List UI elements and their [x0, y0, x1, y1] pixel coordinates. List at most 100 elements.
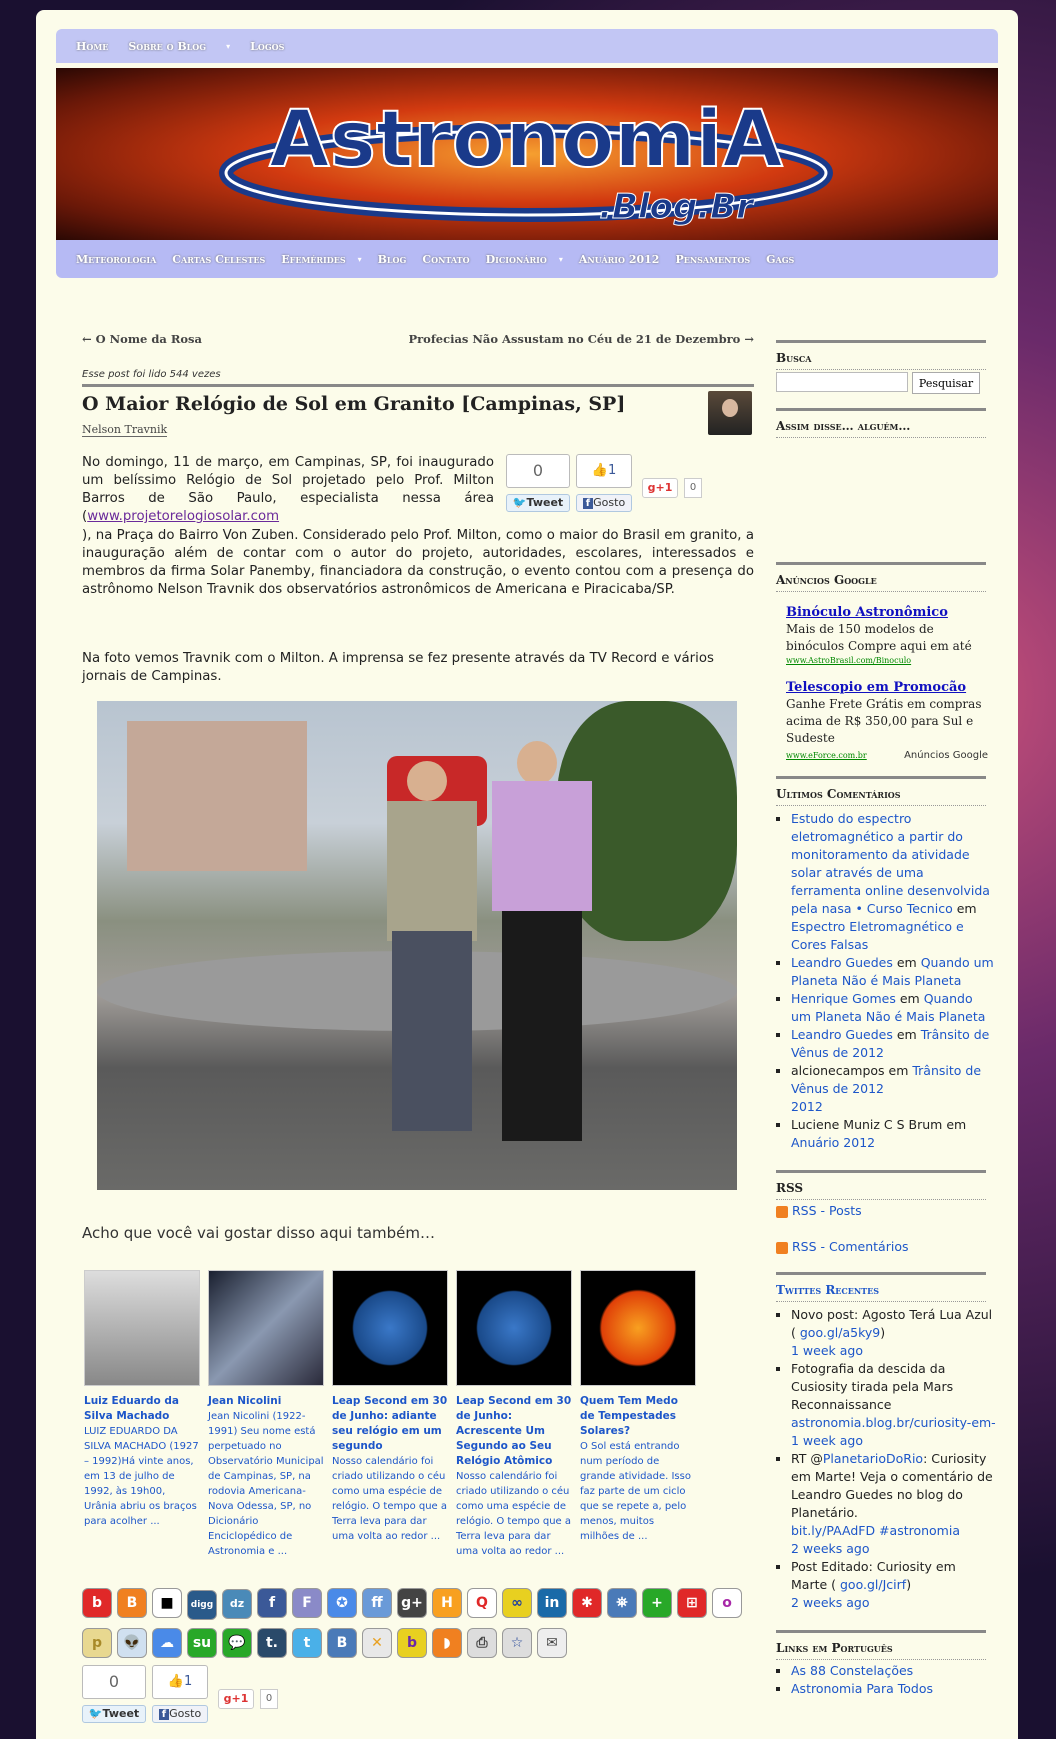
gplus-button[interactable]: g+1 [218, 1689, 254, 1709]
thumbs-up-icon: 👍 [167, 1674, 184, 1689]
google-plus-icon: g [223, 1692, 232, 1705]
next-post-link[interactable]: Profecias Não Assustam no Céu de 21 de D… [408, 332, 754, 346]
nav-contato[interactable]: Contato [422, 253, 469, 266]
ad-title-2[interactable]: Telescopio em Promocão [786, 679, 994, 696]
search-icon[interactable]: Q [467, 1588, 497, 1618]
vk-icon[interactable]: B [327, 1628, 357, 1658]
friendfeed-icon[interactable]: ff [362, 1588, 392, 1618]
related-post[interactable]: Leap Second em 30 de Junho: Acrescente U… [456, 1270, 572, 1559]
delicious-icon[interactable]: ■ [152, 1588, 182, 1618]
view-count: Esse post foi lido 544 vezes [82, 369, 221, 380]
stumbleupon-icon[interactable]: su [187, 1628, 217, 1658]
projeto-link[interactable]: www.projetorelogiosolar.com [87, 509, 279, 524]
tweets-list: Novo post: Agosto Terá Lua Azul ( goo.gl… [776, 1306, 996, 1612]
like-button[interactable]: f Gosto [576, 494, 632, 512]
myspace-icon[interactable]: ⛯ [607, 1588, 637, 1618]
ad-url-1[interactable]: www.AstroBrasil.com/Binoculo [786, 655, 994, 667]
rss-icon[interactable]: ◗ [432, 1628, 462, 1658]
nav-gags[interactable]: Gags [766, 253, 794, 266]
related-thumb [456, 1270, 572, 1386]
related-post[interactable]: Jean Nicolini Jean Nicolini (1922-1991) … [208, 1270, 324, 1559]
nav-anuario[interactable]: Anuário 2012 [579, 253, 660, 266]
tweets-heading[interactable]: Twittes Recentes [776, 1272, 986, 1302]
gplus-button[interactable]: g+1 [642, 478, 678, 498]
nav-home[interactable]: Home [76, 40, 108, 53]
dzone-icon[interactable]: dz [222, 1588, 252, 1619]
ads-block: Binóculo Astronômico Mais de 150 modelos… [776, 604, 994, 764]
nav-logos[interactable]: Logos [250, 40, 284, 53]
rss-comments-link[interactable]: RSS - Comentários [792, 1239, 909, 1254]
search-button[interactable]: Pesquisar [912, 372, 980, 394]
ad-title-1[interactable]: Binóculo Astronômico [786, 604, 994, 621]
nav-dicionario[interactable]: Dicionário [486, 253, 547, 266]
links-list: As 88 Constelações Astronomia Para Todos [776, 1662, 994, 1698]
list-item: Henrique Gomes em Quando um Planeta Não … [791, 990, 994, 1026]
post-photo[interactable] [97, 701, 737, 1190]
linkedin-icon[interactable]: in [537, 1588, 567, 1618]
chevron-down-icon: ▾ [226, 41, 231, 51]
tweet-button[interactable]: 🐦Tweet [506, 494, 570, 512]
top-nav: Home Sobre o Blog ▾ Logos [56, 29, 998, 63]
ad-url-2[interactable]: www.eForce.com.br [786, 747, 867, 764]
svg-text:.Blog.Br: .Blog.Br [599, 187, 755, 227]
list-item: As 88 Constelações [791, 1662, 994, 1680]
list-item: Leandro Guedes em Trânsito de Vênus de 2… [791, 1026, 994, 1062]
ad-desc-2: Ganhe Frete Grátis em compras acima de R… [786, 697, 982, 745]
tweet-button[interactable]: 🐦Tweet [82, 1705, 146, 1723]
nav-sobre[interactable]: Sobre o Blog [128, 40, 206, 53]
hyves-icon[interactable]: H [432, 1588, 462, 1618]
bebo-icon[interactable]: b [82, 1588, 112, 1618]
orkut-icon[interactable]: o [712, 1588, 742, 1618]
share-box: 0 🐦Tweet 👍1 f Gosto g+1 0 [506, 454, 756, 524]
xing-icon[interactable]: ✱ [572, 1588, 602, 1618]
plus-icon[interactable]: + [642, 1588, 672, 1618]
main-nav: Meteorologia Cartas Celestes Efemérides … [56, 240, 998, 278]
bloglines-icon[interactable]: b [397, 1628, 427, 1658]
related-heading: Acho que você vai gostar disso aqui tamb… [82, 1224, 436, 1242]
reddit-icon[interactable]: 👽 [117, 1628, 147, 1658]
ads-by-google[interactable]: Anúncios Google [904, 747, 988, 764]
post-header: O Maior Relógio de Sol em Granito [Campi… [82, 384, 754, 437]
nav-blog[interactable]: Blog [378, 253, 407, 266]
star-icon[interactable]: ☆ [502, 1628, 532, 1658]
netvibes-icon[interactable]: ∞ [502, 1588, 532, 1618]
rss-icon [776, 1205, 788, 1218]
posterous-icon[interactable]: p [82, 1628, 112, 1658]
related-post[interactable]: Luiz Eduardo da Silva Machado LUIZ EDUAR… [84, 1270, 200, 1559]
post-author[interactable]: Nelson Travnik [82, 423, 168, 437]
email-icon[interactable]: ✉ [537, 1628, 567, 1658]
related-thumb [580, 1270, 696, 1386]
prev-post-link[interactable]: ← O Nome da Rosa [82, 332, 202, 346]
rss-posts-link[interactable]: RSS - Posts [792, 1203, 862, 1218]
header-banner[interactable]: AstronomiA .Blog.Br [56, 68, 998, 240]
google-plus-icon: g [647, 481, 656, 494]
post-title: O Maior Relógio de Sol em Granito [Campi… [82, 393, 626, 415]
comments-list: Estudo do espectro eletromagnético a par… [776, 810, 994, 1152]
related-post[interactable]: Quem Tem Medo de Tempestades Solares? O … [580, 1270, 696, 1559]
google-plus-icon[interactable]: g+ [397, 1588, 427, 1618]
xing-icon[interactable]: ✕ [362, 1628, 392, 1658]
like-button[interactable]: f Gosto [152, 1705, 208, 1723]
comments-heading: Ultimos Comentários [776, 776, 986, 806]
talk-icon[interactable]: 💬 [222, 1628, 252, 1658]
facebook-icon[interactable]: f [257, 1588, 287, 1618]
page: Home Sobre o Blog ▾ Logos AstronomiA .Bl… [36, 10, 1018, 1739]
search-input[interactable] [776, 372, 908, 392]
twitter-icon[interactable]: t [292, 1628, 322, 1658]
tumblr-icon[interactable]: t. [257, 1628, 287, 1658]
nav-pensamentos[interactable]: Pensamentos [675, 253, 750, 266]
nav-efemerides[interactable]: Efemérides [281, 253, 345, 266]
twitter-icon: 🐦 [512, 496, 527, 509]
related-post[interactable]: Leap Second em 30 de Junho: adiante seu … [332, 1270, 448, 1559]
list-item: Novo post: Agosto Terá Lua Azul ( goo.gl… [791, 1306, 994, 1360]
favorites-icon[interactable]: ✪ [327, 1588, 357, 1618]
nav-cartas[interactable]: Cartas Celestes [172, 253, 265, 266]
nav-meteorologia[interactable]: Meteorologia [76, 253, 156, 266]
print-icon[interactable]: ⎙ [467, 1628, 497, 1658]
slashdot-icon[interactable]: ☁ [152, 1628, 182, 1658]
list-item: Post Editado: Curiosity em Marte ( goo.g… [791, 1558, 994, 1612]
digg-icon[interactable]: digg [187, 1590, 217, 1620]
fark-icon[interactable]: F [292, 1588, 322, 1618]
bookmark-icon[interactable]: ⊞ [677, 1588, 707, 1618]
blogger-icon[interactable]: B [117, 1588, 147, 1618]
